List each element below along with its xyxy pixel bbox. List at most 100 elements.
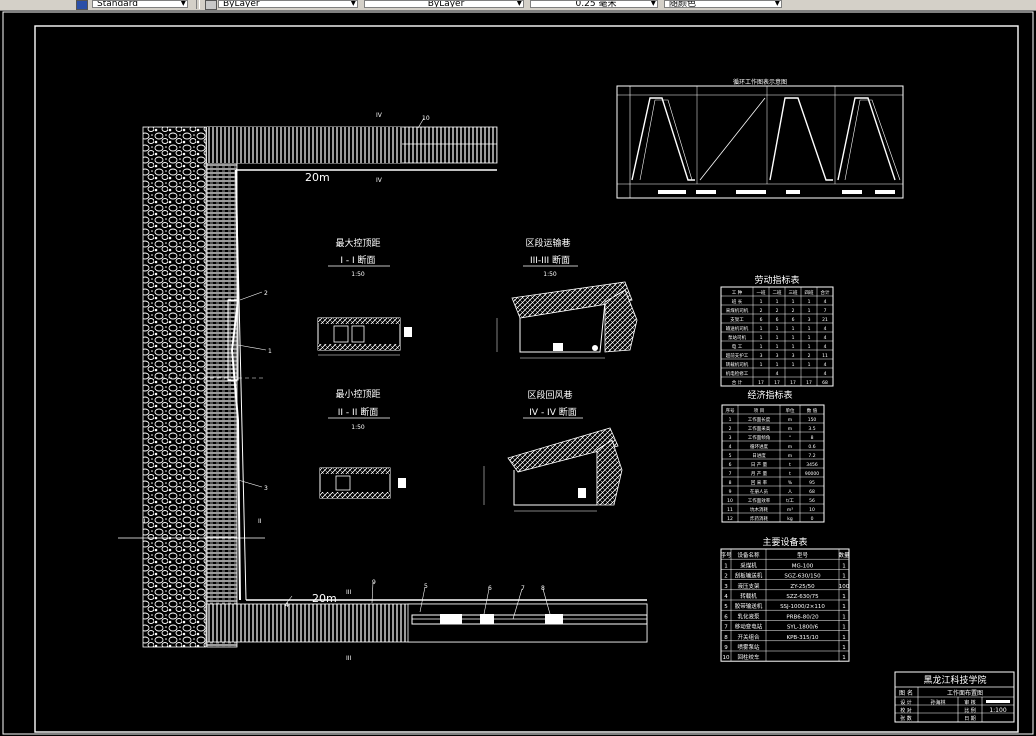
table-cell: 工作面倾角 — [748, 434, 771, 441]
table-cell: % — [788, 480, 793, 486]
table-cell: 2 — [724, 574, 728, 580]
table-cell: 1 — [776, 362, 779, 368]
table-cell: 4 — [824, 362, 827, 368]
table-cell: 1 — [808, 299, 811, 305]
section-mark-ii-left: II — [142, 518, 146, 525]
designer-name: 孙海林 — [930, 699, 945, 706]
section-scale-ii: 1:50 — [351, 424, 365, 431]
bottom-length-label: 20m — [312, 592, 337, 605]
table-cell: 合 计 — [732, 379, 743, 386]
section-max-support: 最大控顶距 I - I 断面 1:50 — [317, 237, 412, 356]
econ-table-title: 经济指标表 — [747, 389, 792, 401]
table-cell: 转载机司机 — [726, 361, 749, 368]
table-cell: 1 — [760, 344, 763, 350]
face-line — [235, 169, 247, 601]
table-cell: PRB6-80/20 — [786, 614, 819, 620]
section-title-max: 最大控顶距 — [335, 237, 380, 249]
text-style-dropdown[interactable]: Standard ▼ — [92, 0, 188, 8]
table-header-cell: 数 值 — [807, 407, 818, 414]
table-cell: 68 — [822, 380, 828, 386]
text-style-icon[interactable] — [76, 0, 88, 10]
table-cell: 采煤机司机 — [726, 307, 749, 314]
plot-style-dropdown[interactable]: 随颜色 ▼ — [664, 0, 782, 8]
chevron-down-icon: ▼ — [516, 0, 522, 7]
lineweight-dropdown[interactable]: 0.25 毫米 ▼ — [530, 0, 658, 8]
table-cell: SGZ-630/150 — [784, 574, 821, 580]
cycle-chart-title: 循环工作图表示意图 — [733, 78, 787, 86]
table-cell: 循环进度 — [750, 443, 768, 450]
callout-9: 9 — [372, 579, 376, 586]
table-cell: 6 — [776, 317, 779, 323]
table-cell: 1 — [842, 614, 846, 620]
callout-5: 5 — [424, 583, 428, 590]
table-cell: 输送机司机 — [726, 325, 749, 332]
table-cell: 1 — [792, 335, 795, 341]
section-scale-i: 1:50 — [351, 271, 365, 278]
table-cell: 8 — [729, 480, 732, 486]
check-label: 校 对 — [900, 707, 912, 714]
callout-10: 10 — [422, 115, 430, 122]
table-cell: 2 — [729, 426, 732, 432]
table-cell: 1 — [842, 635, 846, 641]
section-mark-iii-bottom: III — [346, 655, 352, 662]
table-cell: SSJ-1000/2×110 — [780, 604, 825, 610]
table-cell: 5 — [729, 453, 732, 459]
table-cell: 1 — [842, 645, 846, 651]
switch-unit — [480, 614, 494, 624]
section-subtitle-iii: III-III 断面 — [530, 254, 570, 266]
design-label: 设 计 — [900, 699, 912, 706]
table-header-cell: 工 种 — [732, 289, 743, 296]
table-cell: 1 — [808, 335, 811, 341]
table-cell: 1 — [842, 563, 846, 569]
table-cell: m — [788, 418, 792, 423]
drawing-canvas[interactable]: 20m 20m IV IV III III II II 2 1 3 4 5 6 … — [0, 11, 1036, 736]
table-cell: 炸药消耗 — [750, 515, 768, 522]
table-header-cell: 序号 — [726, 407, 735, 414]
hydraulic-supports — [206, 126, 238, 648]
section-subtitle-ii: II - II 断面 — [338, 406, 378, 418]
table-cell: 17 — [758, 380, 764, 386]
linetype-dropdown[interactable]: ByLayer ▼ — [364, 0, 524, 8]
table-header-cell: 单位 — [786, 407, 795, 414]
table-cell: 4 — [824, 344, 827, 350]
table-cell: 2 — [760, 308, 763, 314]
rock-strata — [142, 126, 207, 648]
table-cell: 1 — [808, 326, 811, 332]
table-cell: 3 — [776, 353, 779, 359]
table-cell: 喷雾泵站 — [737, 643, 760, 651]
chevron-down-icon: ▼ — [350, 0, 356, 7]
table-cell: 支架工 — [730, 316, 744, 323]
linetype-value: ByLayer — [427, 0, 465, 8]
table-cell: 10 — [727, 498, 733, 504]
table-cell: 3 — [792, 353, 795, 359]
section-min-support: 最小控顶距 II - II 断面 1:50 — [319, 388, 406, 499]
table-cell: 工作面长度 — [748, 416, 771, 423]
table-cell: 4 — [776, 371, 779, 377]
table-cell: 在册人员 — [750, 488, 768, 495]
section-subtitle-i: I - I 断面 — [340, 254, 375, 266]
layer-dropdown[interactable]: ByLayer ▼ — [218, 0, 358, 8]
school-name: 黑龙江科技学院 — [923, 674, 986, 686]
plot-style-value: 随颜色 — [669, 0, 697, 8]
table-cell: 4 — [824, 326, 827, 332]
table-cell: 电 工 — [732, 343, 743, 350]
table-cell: 12 — [727, 516, 733, 522]
lineweight-value: 0.25 毫米 — [575, 0, 617, 8]
table-header-cell: 数量 — [838, 551, 850, 559]
table-cell: 采煤机 — [740, 561, 757, 569]
table-cell: 刮板输送机 — [735, 572, 763, 580]
section-mark-ii-right: II — [258, 518, 262, 525]
table-cell: 班 长 — [732, 298, 743, 305]
face-layout-plan: 20m 20m IV IV III III II II 2 1 3 4 5 6 … — [118, 112, 648, 662]
table-cell: 3 — [729, 435, 732, 441]
title-block: 黑龙江科技学院 图 名 工作面布置图 设 计 孙海林 审 核 校 对 比 例 1… — [894, 671, 1015, 723]
section-title-return: 区段回风巷 — [527, 389, 572, 401]
section-mark-top-2: IV — [376, 177, 383, 184]
callout-1: 1 — [268, 348, 272, 355]
table-cell: 11 — [822, 353, 828, 359]
table-cell: 8 — [724, 635, 728, 641]
economic-index-table: 经济指标表 序号 项 目 单位 数 值 1 工作面长度 m 150 2 工作面采高 m 3.5 3 工作面… — [721, 389, 825, 523]
table-cell: 1 — [760, 299, 763, 305]
callout-7: 7 — [521, 585, 525, 592]
section-mark-iii: III — [346, 589, 352, 596]
